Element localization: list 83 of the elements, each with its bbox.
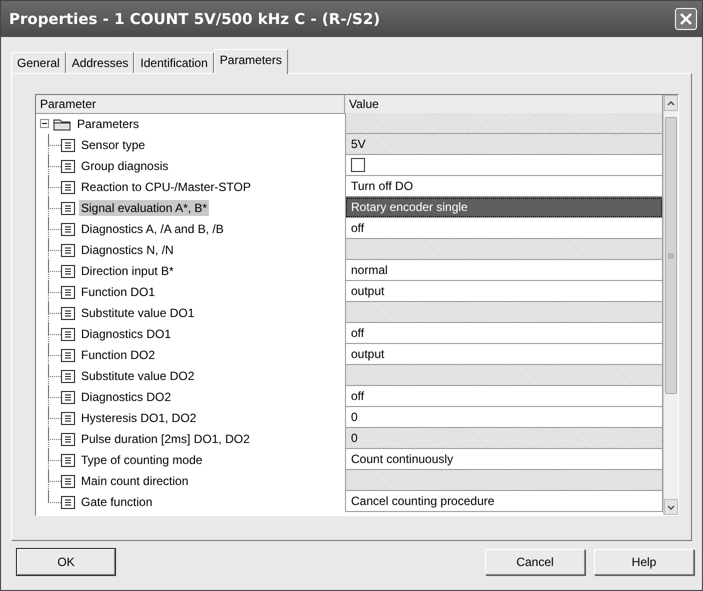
value-cell[interactable]: output — [345, 281, 663, 302]
parameter-icon — [61, 200, 75, 214]
value-cell[interactable]: normal — [345, 260, 663, 281]
tree-item[interactable]: Diagnostics A, /A and B, /B — [79, 220, 226, 236]
tree-item[interactable]: Substitute value DO1 — [79, 304, 196, 320]
tree-item[interactable]: Diagnostics DO2 — [79, 388, 174, 404]
value-text: off — [351, 389, 364, 403]
value-text: Cancel counting procedure — [351, 494, 494, 508]
tree-item[interactable]: Function DO1 — [79, 284, 158, 300]
parameter-icon — [61, 390, 75, 404]
window-title: Properties - 1 COUNT 5V/500 kHz C - (R-/S2) — [9, 10, 380, 28]
tree-item[interactable]: Direction input B* — [79, 262, 176, 278]
tree-item[interactable]: Function DO2 — [79, 346, 158, 362]
scroll-thumb[interactable] — [665, 117, 677, 394]
chevron-up-icon — [667, 100, 675, 106]
tree-item[interactable]: Parameters — [75, 116, 142, 132]
parameter-icon — [61, 180, 75, 194]
scrollbar[interactable] — [663, 95, 678, 515]
tab[interactable]: Identification — [134, 52, 214, 73]
value-cell[interactable]: output — [345, 344, 663, 365]
tab[interactable]: Parameters — [214, 49, 288, 74]
value-text: Count continuously — [351, 452, 454, 466]
parameter-icon — [61, 432, 75, 446]
collapse-icon[interactable] — [40, 119, 49, 128]
tree-item[interactable]: Pulse duration [2ms] DO1, DO2 — [79, 430, 252, 446]
parameter-icon — [61, 264, 75, 278]
scroll-up-button[interactable] — [664, 95, 678, 111]
close-button[interactable] — [675, 8, 697, 30]
value-text: off — [351, 326, 364, 340]
parameter-icon — [61, 222, 75, 236]
tree-item[interactable]: Diagnostics DO1 — [79, 326, 174, 342]
value-text: Turn off DO — [351, 179, 414, 193]
column-header[interactable]: Value — [345, 95, 663, 114]
parameter-icon — [61, 452, 75, 466]
parameter-icon — [61, 494, 75, 508]
dialog-button[interactable]: Cancel — [485, 549, 585, 575]
tree-item[interactable]: Diagnostics N, /N — [79, 242, 176, 258]
parameter-icon — [61, 284, 75, 298]
value-cell[interactable]: off — [345, 386, 663, 407]
value-cell[interactable]: Cancel counting procedure — [345, 491, 663, 512]
value-text: output — [351, 284, 384, 298]
value-cell[interactable] — [345, 155, 663, 176]
value-text: output — [351, 347, 384, 361]
dialog-button[interactable]: Help — [594, 549, 694, 575]
tree-item[interactable]: Sensor type — [79, 136, 148, 152]
checkbox[interactable] — [351, 158, 365, 172]
column-header[interactable]: Parameter — [36, 95, 345, 114]
value-cell[interactable]: Rotary encoder single — [345, 197, 663, 218]
tab[interactable]: Addresses — [66, 52, 134, 73]
value-cell[interactable]: off — [345, 323, 663, 344]
value-cell[interactable]: Turn off DO — [345, 176, 663, 197]
parameter-icon — [61, 242, 75, 256]
value-text: normal — [351, 263, 388, 277]
value-cell[interactable]: Count continuously — [345, 449, 663, 470]
chevron-down-icon — [667, 504, 675, 510]
tree-item[interactable]: Reaction to CPU-/Master-STOP — [79, 178, 253, 194]
parameter-icon — [61, 306, 75, 320]
parameter-icon — [61, 326, 75, 340]
folder-icon — [53, 116, 71, 130]
tree-item[interactable]: Type of counting mode — [79, 452, 204, 468]
value-text: 5V — [351, 137, 366, 151]
tree-item[interactable]: Hysteresis DO1, DO2 — [79, 410, 198, 426]
value-text: 0 — [351, 410, 358, 424]
dialog-button[interactable]: OK — [17, 549, 115, 575]
value-cell[interactable]: 0 — [345, 407, 663, 428]
tree-item[interactable]: Group diagnosis — [79, 158, 170, 174]
value-text: Rotary encoder single — [351, 200, 468, 214]
tab[interactable]: General — [11, 52, 66, 73]
parameter-icon — [61, 158, 75, 172]
tree-item[interactable]: Signal evaluation A*, B* — [79, 200, 210, 216]
parameter-icon — [61, 368, 75, 382]
tree-item[interactable]: Gate function — [79, 494, 154, 510]
value-cell[interactable]: off — [345, 218, 663, 239]
value-text: 0 — [351, 431, 358, 445]
parameter-icon — [61, 138, 75, 152]
tree-item[interactable]: Main count direction — [79, 472, 190, 488]
parameter-icon — [61, 410, 75, 424]
parameter-icon — [61, 348, 75, 362]
close-icon — [679, 12, 693, 26]
tree-item[interactable]: Substitute value DO2 — [79, 368, 196, 384]
parameter-icon — [61, 474, 75, 488]
scroll-down-button[interactable] — [664, 499, 678, 515]
value-text: off — [351, 221, 364, 235]
